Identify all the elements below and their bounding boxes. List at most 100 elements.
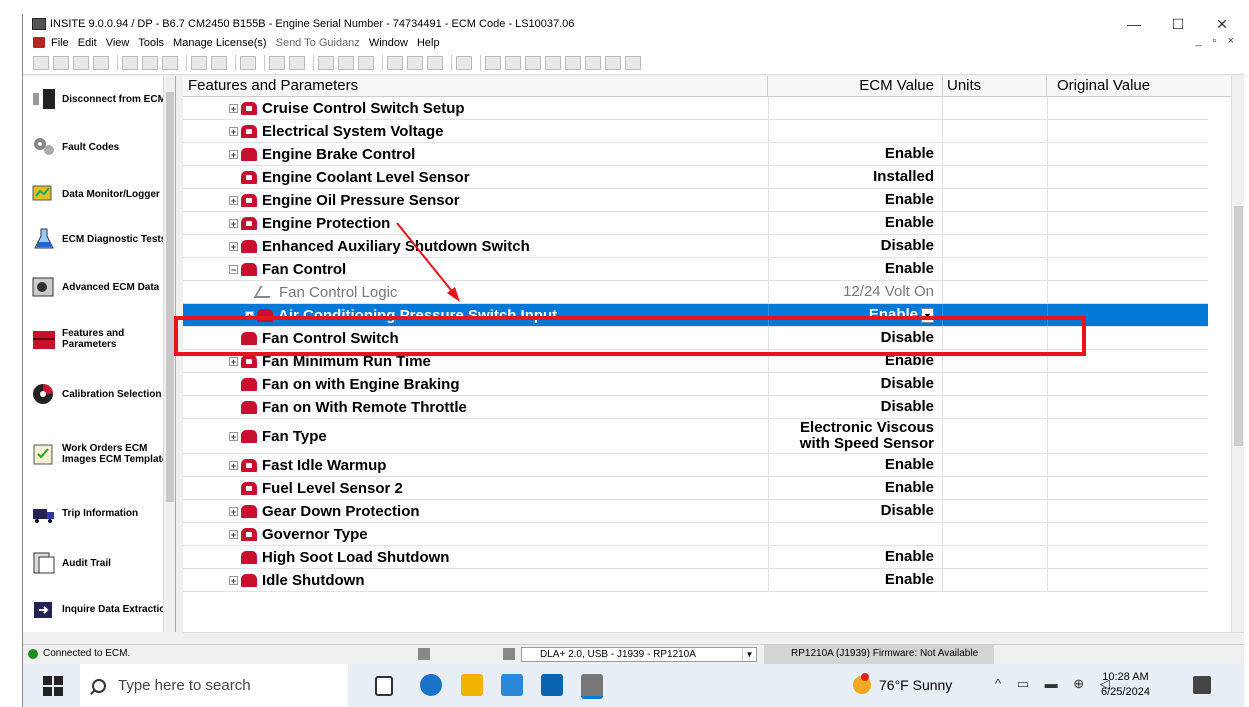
- nav-ecm-diagnostic[interactable]: ECM Diagnostic Tests: [23, 216, 175, 262]
- table-row[interactable]: + Fan Minimum Run Time Enable: [183, 350, 1208, 373]
- expand-icon[interactable]: +: [229, 575, 238, 585]
- toolbar-button[interactable]: [625, 55, 641, 70]
- edge-icon[interactable]: [420, 674, 442, 696]
- chevron-down-icon[interactable]: ▼: [921, 307, 934, 323]
- menu-view[interactable]: View: [106, 37, 130, 49]
- close-button[interactable]: ✕: [1200, 14, 1244, 34]
- toolbar-button[interactable]: [338, 55, 354, 70]
- table-row[interactable]: Fan Control Logic 12/24 Volt On: [183, 281, 1208, 304]
- table-row[interactable]: Fan on with Engine Braking Disable: [183, 373, 1208, 396]
- grid-vertical-scrollbar[interactable]: [1231, 76, 1244, 632]
- menu-manage-licenses[interactable]: Manage License(s): [173, 37, 267, 49]
- nav-calibration[interactable]: Calibration Selection: [23, 368, 175, 420]
- stop-record-icon[interactable]: [505, 55, 521, 70]
- nav-disconnect[interactable]: Disconnect from ECM: [23, 78, 175, 120]
- minimize-button[interactable]: —: [1112, 14, 1156, 34]
- menu-send-to-guidanz[interactable]: Send To Guidanz: [276, 37, 360, 49]
- table-row[interactable]: + Governor Type: [183, 523, 1208, 546]
- toolbar-button[interactable]: [318, 55, 334, 70]
- cut-icon[interactable]: [122, 55, 138, 70]
- column-header-original-value[interactable]: Original Value: [1047, 76, 1231, 96]
- table-row[interactable]: + Engine Brake Control Enable: [183, 143, 1208, 166]
- filter-icon[interactable]: [427, 55, 443, 70]
- weather-widget[interactable]: 76°F Sunny: [853, 673, 952, 694]
- store-icon[interactable]: [501, 674, 523, 696]
- windows-start-icon[interactable]: [43, 676, 63, 696]
- menu-tools[interactable]: Tools: [138, 37, 164, 49]
- table-row[interactable]: + Air Conditioning Pressure Switch Input E…: [183, 304, 1208, 327]
- column-header-ecm-value[interactable]: ECM Value: [768, 76, 943, 96]
- file-explorer-icon[interactable]: [461, 674, 483, 696]
- nav-data-monitor[interactable]: Data Monitor/Logger: [23, 174, 175, 214]
- mail-icon[interactable]: [541, 674, 563, 696]
- pause-icon[interactable]: [545, 55, 561, 70]
- table-row[interactable]: Fan on With Remote Throttle Disable: [183, 396, 1208, 419]
- table-row[interactable]: + Electrical System Voltage: [183, 120, 1208, 143]
- table-row[interactable]: + Engine Protection Enable: [183, 212, 1208, 235]
- expand-icon[interactable]: +: [229, 506, 238, 516]
- expand-icon[interactable]: +: [229, 218, 238, 228]
- nav-inquire-data-extraction[interactable]: Inquire Data Extraction: [23, 588, 175, 630]
- insite-taskbar-icon[interactable]: [581, 674, 603, 699]
- expand-icon[interactable]: +: [229, 103, 238, 113]
- toolbar-button[interactable]: [269, 55, 285, 70]
- table-row[interactable]: + Idle Shutdown Enable: [183, 569, 1208, 592]
- mdi-window-controls[interactable]: _ ▫ ×: [1195, 35, 1238, 47]
- expand-icon[interactable]: +: [229, 126, 238, 136]
- menu-window[interactable]: Window: [369, 37, 408, 49]
- nav-audit-trail[interactable]: Audit Trail: [23, 540, 175, 586]
- expand-icon[interactable]: +: [229, 529, 238, 539]
- nav-scroll-thumb[interactable]: [166, 92, 174, 502]
- nav-fault-codes[interactable]: Fault Codes: [23, 120, 175, 174]
- collapse-icon[interactable]: −: [229, 264, 238, 274]
- expand-icon[interactable]: +: [229, 149, 238, 159]
- expand-icon[interactable]: +: [229, 431, 238, 441]
- toolbar-button[interactable]: [605, 55, 621, 70]
- table-row[interactable]: + Engine Oil Pressure Sensor Enable: [183, 189, 1208, 212]
- table-row[interactable]: + Enhanced Auxiliary Shutdown Switch Disab…: [183, 235, 1208, 258]
- column-header-units[interactable]: Units: [943, 76, 1047, 96]
- expand-icon[interactable]: +: [229, 356, 238, 366]
- toolbar-button[interactable]: [456, 55, 472, 70]
- grid-scroll-thumb[interactable]: [1234, 206, 1243, 446]
- maximize-button[interactable]: ☐: [1156, 14, 1200, 34]
- nav-scrollbar[interactable]: [163, 76, 175, 632]
- menu-file[interactable]: File: [51, 37, 69, 49]
- notification-icon[interactable]: [1193, 676, 1211, 694]
- nav-trip-information[interactable]: Trip Information: [23, 488, 175, 538]
- menu-edit[interactable]: Edit: [78, 37, 97, 49]
- toolbar-button[interactable]: [33, 55, 49, 70]
- table-row[interactable]: Fuel Level Sensor 2 Enable: [183, 477, 1208, 500]
- toolbar-button[interactable]: [358, 55, 374, 70]
- expand-icon[interactable]: +: [229, 241, 238, 251]
- chevron-down-icon[interactable]: ▼: [742, 648, 756, 661]
- play-icon[interactable]: [525, 55, 541, 70]
- print-preview-icon[interactable]: [211, 55, 227, 70]
- stop-icon[interactable]: [565, 55, 581, 70]
- paste-icon[interactable]: [162, 55, 178, 70]
- toolbar-button[interactable]: [53, 55, 69, 70]
- binoculars-icon[interactable]: [240, 55, 256, 70]
- print-icon[interactable]: [191, 55, 207, 70]
- table-row[interactable]: + Cruise Control Switch Setup: [183, 97, 1208, 120]
- table-row[interactable]: High Soot Load Shutdown Enable: [183, 546, 1208, 569]
- expand-icon[interactable]: +: [229, 195, 238, 205]
- taskbar-clock[interactable]: 10:28 AM 6/25/2024: [1101, 670, 1150, 700]
- toolbar-button[interactable]: [407, 55, 423, 70]
- toolbar-button[interactable]: [73, 55, 89, 70]
- nav-features-parameters[interactable]: Features and Parameters: [23, 312, 175, 366]
- table-row[interactable]: + Fan Type Electronic Viscous with Speed S…: [183, 419, 1208, 454]
- task-view-icon[interactable]: [375, 676, 393, 696]
- toolbar-button[interactable]: [585, 55, 601, 70]
- taskbar-search[interactable]: Type here to search: [80, 664, 348, 707]
- toolbar-button[interactable]: [387, 55, 403, 70]
- copy-icon[interactable]: [142, 55, 158, 70]
- menu-help[interactable]: Help: [417, 37, 440, 49]
- system-tray-icons[interactable]: ^ ▭ ▬ ⊕ ◁: [995, 676, 1116, 692]
- table-row[interactable]: + Fast Idle Warmup Enable: [183, 454, 1208, 477]
- toolbar-button[interactable]: [93, 55, 109, 70]
- table-row[interactable]: + Gear Down Protection Disable: [183, 500, 1208, 523]
- toolbar-button[interactable]: [289, 55, 305, 70]
- expand-icon[interactable]: +: [229, 460, 238, 470]
- adapter-select[interactable]: DLA+ 2.0, USB - J1939 - RP1210A ▼: [521, 647, 757, 662]
